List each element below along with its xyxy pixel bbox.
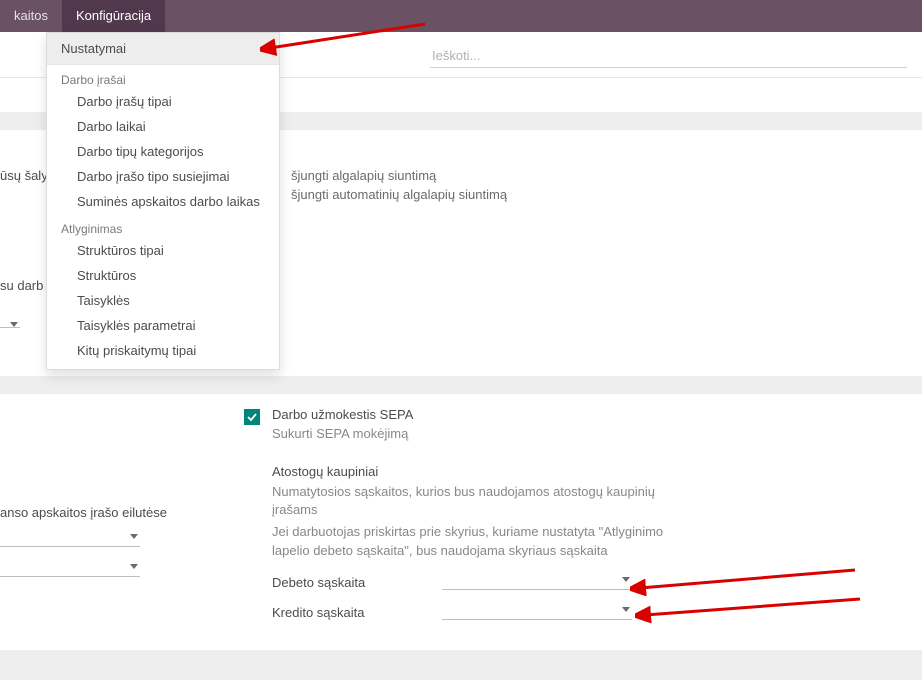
sepa-desc: Sukurti SEPA mokėjimą	[272, 426, 408, 441]
debit-account-label: Debeto sąskaita	[272, 575, 442, 590]
chevron-down-icon	[622, 607, 630, 612]
menu-taisykles-parametrai[interactable]: Taisyklės parametrai	[47, 313, 279, 338]
menu-darbo-laikai[interactable]: Darbo laikai	[47, 114, 279, 139]
menu-section-atlyginimas: Atlyginimas	[47, 214, 279, 238]
vacation-desc1: Numatytosios sąskaitos, kurios bus naudo…	[272, 483, 672, 519]
vacation-title: Atostogų kaupiniai	[272, 464, 672, 479]
menu-kitu-priskaitymu-tipai[interactable]: Kitų priskaitymų tipai	[47, 338, 279, 363]
truncated-select-2[interactable]	[0, 527, 140, 547]
bg-text-left-b: su darb	[0, 278, 43, 293]
config-dropdown: Nustatymai Darbo įrašai Darbo įrašų tipa…	[46, 32, 280, 370]
truncated-select-3[interactable]	[0, 557, 140, 577]
chevron-down-icon	[10, 322, 18, 327]
menu-darbo-tipu-kategorijos[interactable]: Darbo tipų kategorijos	[47, 139, 279, 164]
top-nav: kaitos Konfigūracija	[0, 0, 922, 32]
sepa-label: Darbo užmokestis SEPA	[272, 407, 413, 422]
sepa-checkbox[interactable]	[244, 409, 260, 425]
menu-strukturos[interactable]: Struktūros	[47, 263, 279, 288]
truncated-select-1[interactable]	[0, 322, 20, 328]
chevron-down-icon	[622, 577, 630, 582]
chevron-down-icon	[130, 534, 138, 539]
menu-section-darbo-irasai: Darbo įrašai	[47, 65, 279, 89]
debit-account-select[interactable]	[442, 570, 632, 590]
menu-taisykles[interactable]: Taisyklės	[47, 288, 279, 313]
search-input[interactable]	[430, 44, 907, 68]
menu-nustatymai[interactable]: Nustatymai	[47, 33, 279, 65]
bg-text-left-c: anso apskaitos įrašo eilutėse	[0, 505, 167, 520]
bg-text-right-a2: šjungti automatinių algalapių siuntimą	[291, 187, 507, 202]
bg-text-right-a1: šjungti algalapių siuntimą	[291, 168, 436, 183]
menu-darbo-iraso-tipo-susiejimai[interactable]: Darbo įrašo tipo susiejimai	[47, 164, 279, 189]
vacation-desc2: Jei darbuotojas priskirtas prie skyrius,…	[272, 523, 672, 559]
credit-account-select[interactable]	[442, 600, 632, 620]
credit-account-label: Kredito sąskaita	[272, 605, 442, 620]
menu-strukturos-tipai[interactable]: Struktūros tipai	[47, 238, 279, 263]
bg-text-left-a: ūsų šaly	[0, 168, 48, 183]
topnav-konfiguracija[interactable]: Konfigūracija	[62, 0, 165, 32]
chevron-down-icon	[130, 564, 138, 569]
menu-darbo-irasu-tipai[interactable]: Darbo įrašų tipai	[47, 89, 279, 114]
form-area: Darbo užmokestis SEPA Sukurti SEPA mokėj…	[0, 394, 922, 424]
check-icon	[247, 412, 257, 422]
menu-sumines-apskaitos[interactable]: Suminės apskaitos darbo laikas	[47, 189, 279, 214]
topnav-kaitos[interactable]: kaitos	[0, 0, 62, 32]
